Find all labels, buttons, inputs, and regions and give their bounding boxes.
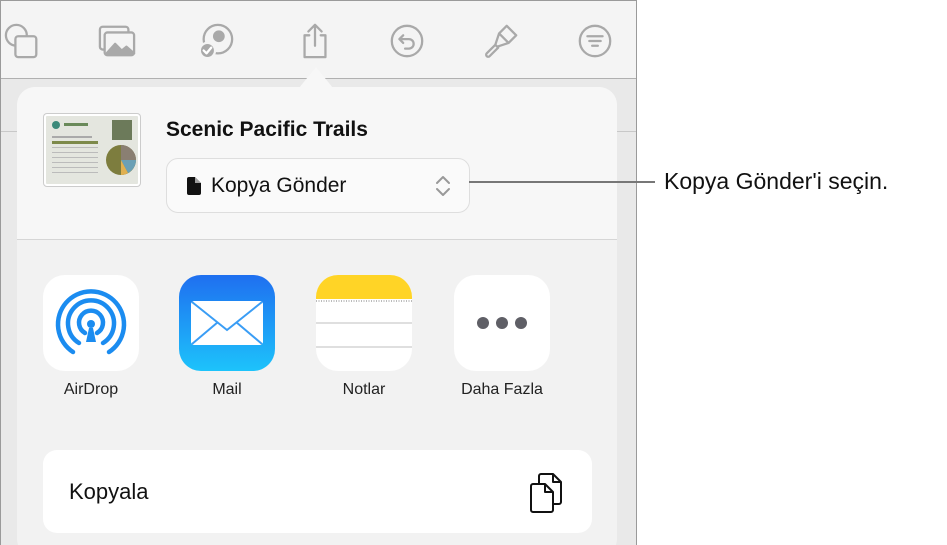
airdrop-button[interactable]	[43, 275, 139, 371]
copy-icon	[530, 473, 562, 513]
airdrop-label: AirDrop	[63, 381, 119, 398]
document-icon	[187, 176, 201, 195]
document-thumbnail	[44, 114, 140, 186]
share-header: Scenic Pacific Trails Kopya Gönder	[17, 87, 617, 240]
callout-line	[469, 181, 655, 183]
notes-icon	[316, 275, 412, 348]
more-label: Daha Fazla	[461, 381, 543, 398]
airdrop-icon	[55, 289, 127, 355]
callout-text: Kopya Gönder'i seçin.	[664, 168, 889, 194]
copy-button[interactable]: Kopyala	[43, 450, 592, 533]
mail-icon	[191, 301, 263, 345]
more-icon	[477, 317, 527, 329]
collaborate-icon[interactable]	[196, 21, 236, 61]
media-icon[interactable]	[97, 21, 137, 61]
notes-label: Notlar	[342, 381, 386, 398]
send-option-label: Kopya Gönder	[211, 173, 347, 197]
notes-button[interactable]	[316, 275, 412, 371]
popover-arrow	[299, 67, 333, 88]
mail-label: Mail	[212, 381, 242, 398]
format-brush-icon[interactable]	[481, 21, 521, 61]
more-menu-icon[interactable]	[575, 21, 615, 61]
send-option-popup[interactable]: Kopya Gönder	[166, 158, 470, 213]
share-icon[interactable]	[295, 21, 335, 61]
mail-button[interactable]	[179, 275, 275, 371]
copy-label: Kopyala	[69, 479, 149, 504]
document-title: Scenic Pacific Trails	[166, 118, 368, 141]
more-button[interactable]	[454, 275, 550, 371]
app-window: Scenic Pacific Trails Kopya Gönder AirDr…	[0, 0, 637, 545]
shapes-icon[interactable]	[3, 21, 43, 61]
undo-icon[interactable]	[387, 21, 427, 61]
share-popover: Scenic Pacific Trails Kopya Gönder AirDr…	[17, 87, 617, 545]
chevron-up-down-icon	[436, 176, 450, 196]
